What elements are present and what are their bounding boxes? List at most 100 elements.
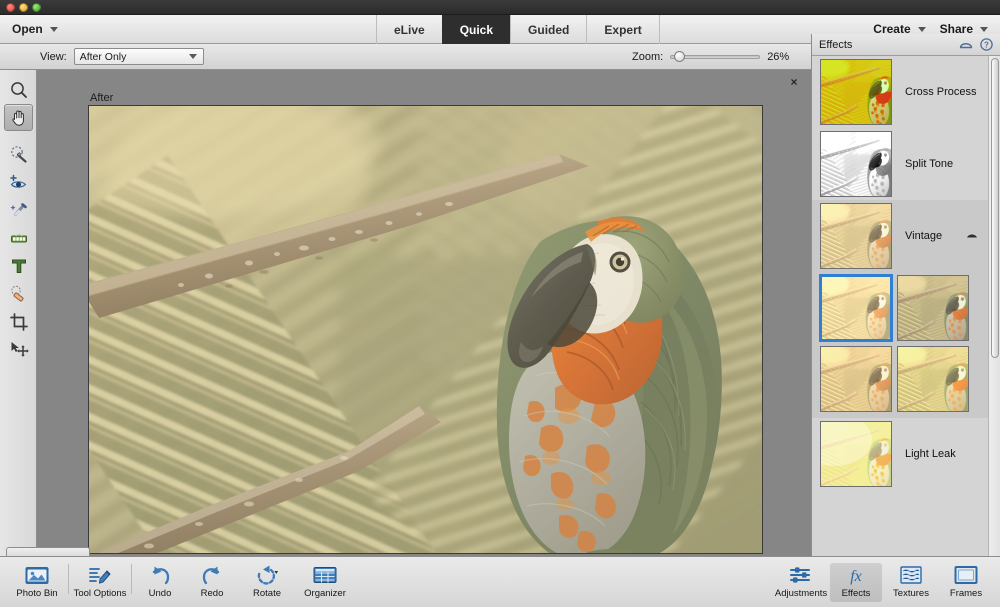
move-tool[interactable] [4,336,33,363]
chevron-up-icon[interactable] [966,230,978,242]
window-maximize-button[interactable] [32,2,41,12]
magnifier-icon [10,81,27,98]
window-minimize-button[interactable] [19,2,28,12]
open-button[interactable]: Open [0,15,70,43]
view-label: View: [40,50,67,63]
effect-thumbnail[interactable] [820,421,892,487]
window-close-button[interactable] [6,2,15,12]
effect-thumbnail-image [821,60,891,124]
chevron-down-icon [49,26,58,32]
zoom-tool[interactable] [4,76,33,103]
tool-options-button[interactable]: Tool Options [71,562,129,602]
parrot-photograph[interactable] [89,106,762,553]
effects-scrollbar[interactable] [988,56,1000,556]
eye-icon [9,174,26,188]
textures-button[interactable]: Textures [882,562,940,602]
red-eye-removal-tool[interactable] [4,168,33,195]
after-label: After [90,92,114,104]
tab-expert-label: Expert [604,22,642,37]
help-icon[interactable]: ? [980,38,993,51]
organizer-button[interactable]: Organizer [296,562,354,602]
effects-list: Cross Process Split Tone Vintage Light L… [812,56,988,556]
frames-button[interactable]: Frames [940,562,992,602]
chevron-down-icon [917,26,926,32]
view-mode-value: After Only [79,50,127,63]
redo-arrow-icon [202,566,220,585]
effect-thumbnail[interactable] [820,59,892,125]
close-image-button[interactable]: × [788,76,800,88]
effect-thumbnail[interactable] [820,131,892,197]
frames-label: Frames [949,588,983,599]
textures-label: Textures [893,588,929,599]
mode-tabs: eLive Quick Guided Expert [376,15,660,44]
svg-text:fx: fx [850,568,862,585]
vintage-variant-3[interactable] [820,346,892,412]
view-mode-select[interactable]: After Only [73,48,204,65]
vintage-variant-4[interactable] [897,346,969,412]
magic-wand-icon [9,202,27,216]
variant-thumbnail-image [821,347,891,411]
effect-thumbnail[interactable] [820,203,892,269]
effects-scrollbar-thumb[interactable] [991,58,999,358]
adjustments-button[interactable]: Adjustments [772,562,830,602]
hand-tool[interactable] [4,104,33,131]
zoom-slider-handle[interactable] [674,51,686,62]
effect-name: Cross Process [905,86,977,98]
whiten-teeth-tool[interactable] [4,224,33,251]
effects-panel: Effects ? Cross Process Split Tone Vinta… [811,34,1000,556]
svg-text:?: ? [984,41,989,50]
zoom-slider[interactable] [670,51,761,62]
zoom-control: Zoom: 26% [632,51,793,63]
taskbar-right-group: Adjustments fx Effects Textures Frames [772,562,992,602]
photo-frame[interactable] [88,105,763,554]
tab-guided[interactable]: Guided [510,15,586,44]
type-tool[interactable] [4,252,33,279]
zoom-value: 26% [767,50,790,63]
vintage-variant-1[interactable] [819,274,893,342]
redo-button[interactable]: Redo [186,562,238,602]
vintage-variant-2[interactable] [897,275,969,341]
fx-icon: fx [850,568,862,585]
adjustments-sliders-icon [790,567,810,583]
crop-icon [9,312,28,331]
taskbar-divider [68,564,69,594]
open-button-label: Open [12,22,43,36]
photo-bin-tab-handle[interactable] [6,547,90,556]
effects-list-body[interactable]: Cross Process Split Tone Vintage Light L… [812,56,1000,556]
tool-options-label: Tool Options [73,588,127,599]
effects-panel-header: Effects ? [812,34,1000,56]
text-t-icon [11,259,26,273]
crop-tool[interactable] [4,308,33,335]
effect-row-light-leak[interactable]: Light Leak [812,418,988,490]
collapse-icon[interactable] [959,38,973,51]
image-canvas-area[interactable]: After × [37,70,811,556]
zoom-label: Zoom: [632,50,664,63]
effects-button[interactable]: fx Effects [830,562,882,602]
undo-button[interactable]: Undo [134,562,186,602]
magic-wand-tool[interactable] [4,196,33,223]
frames-icon [954,566,978,584]
photo-bin-label: Photo Bin [16,588,58,599]
effect-row-vintage[interactable]: Vintage [812,200,988,272]
quick-selection-tool[interactable] [4,140,33,167]
effect-name: Split Tone [905,158,954,170]
effect-thumbnail-image [821,422,891,486]
rotate-label: Rotate [253,588,281,599]
tab-elive-label: eLive [394,22,425,37]
rotate-icon [257,565,278,585]
tools-panel [0,70,37,556]
tool-options-icon [89,568,111,584]
organizer-label: Organizer [304,588,346,599]
tab-expert[interactable]: Expert [586,15,660,44]
effect-row-cross-process[interactable]: Cross Process [812,56,988,128]
effect-row-split-tone[interactable]: Split Tone [812,128,988,200]
effect-thumbnail-image [821,204,891,268]
tab-quick[interactable]: Quick [441,15,511,44]
undo-arrow-icon [152,566,170,585]
healing-brush-tool[interactable] [4,280,33,307]
bottom-taskbar: Photo Bin Tool Options Undo Redo Rotate … [0,556,1000,607]
application-window: Open eLive Quick Guided Expert Create Sh… [0,0,1000,607]
rotate-button[interactable]: Rotate [238,562,296,602]
tab-elive[interactable]: eLive [376,15,442,44]
photo-bin-button[interactable]: Photo Bin [8,562,66,602]
